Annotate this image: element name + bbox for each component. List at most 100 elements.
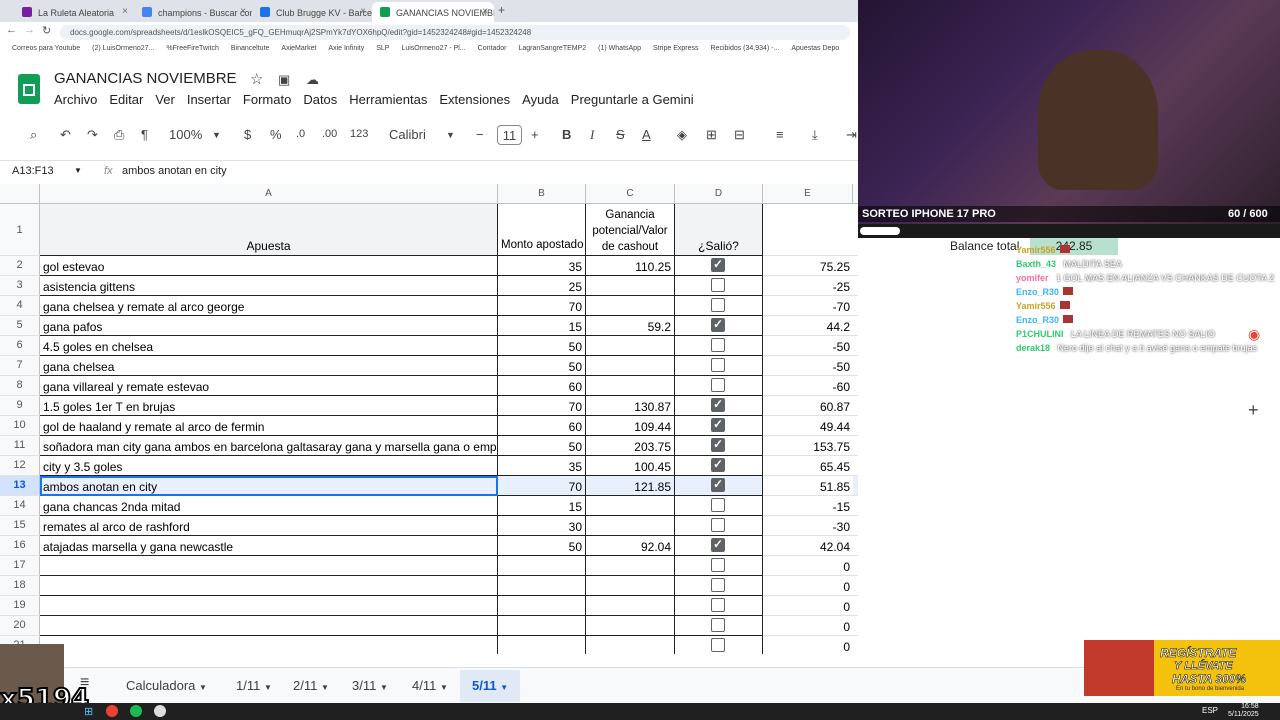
menu-extensiones[interactable]: Extensiones [439,92,510,107]
checkbox-unchecked[interactable] [711,578,725,592]
chevron-down-icon[interactable]: ▼ [264,683,272,692]
cell-a[interactable] [40,556,498,576]
cell-b[interactable]: 50 [498,436,586,456]
cell-e[interactable]: -70 [763,296,853,316]
bookmark[interactable]: Recibidos (34,934) -... [711,45,780,52]
cell-d[interactable] [675,376,763,396]
chevron-down-icon[interactable]: ▼ [500,683,508,692]
cell-c[interactable] [586,596,675,616]
cell-d[interactable] [675,336,763,356]
close-icon[interactable]: × [240,6,246,17]
cell-a[interactable]: atajadas marsella y gana newcastle [40,536,498,556]
cell-f[interactable] [853,536,858,556]
cell-c[interactable] [586,636,675,654]
chevron-down-icon[interactable]: ▼ [212,130,221,140]
cell-b[interactable]: 50 [498,536,586,556]
menu-ayuda[interactable]: Ayuda [522,92,559,107]
sheet-tab[interactable]: 3/11 ▼ [352,678,388,693]
chevron-down-icon[interactable]: ▼ [74,166,82,175]
paint-format-icon[interactable]: ¶ [141,127,148,142]
checkbox-checked[interactable] [711,257,725,272]
checkbox-unchecked[interactable] [711,378,725,392]
cell-b[interactable]: 25 [498,276,586,296]
checkbox-unchecked[interactable] [711,558,725,572]
cell-d[interactable] [675,276,763,296]
formula-input[interactable]: ambos anotan en city [122,165,227,177]
bookmark[interactable]: Axie Infinity [328,45,364,52]
cell[interactable] [763,204,858,256]
chat-username[interactable]: Baxth_43 [1016,259,1056,269]
cell-c[interactable] [586,356,675,376]
checkbox-unchecked[interactable] [711,298,725,312]
align-left-icon[interactable]: ≡ [776,127,784,142]
text-color-button[interactable]: A [642,127,651,142]
document-title[interactable]: GANANCIAS NOVIEMBRE [54,70,237,87]
row-header[interactable]: 2 [0,256,40,276]
cell-a[interactable]: gol de haaland y remate al arco de fermi… [40,416,498,436]
cell-c[interactable] [586,276,675,296]
row-header[interactable]: 18 [0,576,40,596]
chat-username[interactable]: Enzo_R30 [1016,287,1059,297]
checkbox-unchecked[interactable] [711,518,725,532]
bookmark[interactable]: LuisOrmeno27 - Pl... [401,45,465,52]
cell-f[interactable] [853,556,858,576]
row-header[interactable]: 6 [0,336,40,356]
cell-f[interactable] [853,576,858,596]
cell-d[interactable] [675,256,763,276]
cell-d[interactable] [675,636,763,654]
print-icon[interactable]: ⎙ [114,127,124,143]
cell-a[interactable]: remates al arco de rashford [40,516,498,536]
cell-c[interactable]: 203.75 [586,436,675,456]
checkbox-checked[interactable] [711,417,725,432]
zoom-select[interactable]: 100% [169,127,202,142]
cell-f[interactable] [853,496,858,516]
cell-a[interactable]: city y 3.5 goles [40,456,498,476]
header-cell-ganancia[interactable]: Ganancia potencial/Valor de cashout [586,204,675,256]
menu-archivo[interactable]: Archivo [54,92,97,107]
undo-icon[interactable]: ↶ [60,127,71,143]
column-header-e[interactable]: E [763,184,853,204]
cell-d[interactable] [675,536,763,556]
browser-tab[interactable]: champions - Buscar con Googl× [134,2,252,22]
cell-c[interactable] [586,556,675,576]
chevron-down-icon[interactable]: ▼ [446,130,455,140]
star-icon[interactable]: ☆ [250,70,263,88]
row-header[interactable]: 14 [0,496,40,516]
cell-e[interactable]: 75.25 [763,256,853,276]
cell-d[interactable] [675,496,763,516]
chat-username[interactable]: Yamir556 [1016,245,1056,255]
browser-tab-active[interactable]: GANANCIAS NOVIEMBRE - Ho× [372,2,494,22]
cell-c[interactable] [586,516,675,536]
reload-icon[interactable]: ↻ [42,24,51,37]
cell-b[interactable]: 15 [498,316,586,336]
sheet-tab[interactable]: 2/11 ▼ [293,678,329,693]
cell-b[interactable] [498,556,586,576]
checkbox-unchecked[interactable] [711,498,725,512]
menu-gemini[interactable]: Preguntarle a Gemini [571,92,694,107]
cell-f[interactable] [853,616,858,636]
cell-f[interactable] [853,296,858,316]
url-input[interactable]: docs.google.com/spreadsheets/d/1eslkOSQE… [60,25,850,40]
cell-a[interactable]: asistencia gittens [40,276,498,296]
menu-ver[interactable]: Ver [155,92,175,107]
corner-header[interactable] [0,184,40,204]
cell-b[interactable]: 15 [498,496,586,516]
cell-e[interactable]: 0 [763,556,853,576]
cell-e[interactable]: 42.04 [763,536,853,556]
cell-c[interactable] [586,296,675,316]
cell-e[interactable]: 49.44 [763,416,853,436]
chevron-down-icon[interactable]: ▼ [380,683,388,692]
row-header[interactable]: 17 [0,556,40,576]
checkbox-checked[interactable] [711,477,725,492]
chat-username[interactable]: Enzo_R30 [1016,315,1059,325]
text-wrap-icon[interactable]: ⇥ [846,127,857,143]
checkbox-checked[interactable] [711,537,725,552]
percent-format-button[interactable]: % [270,127,282,142]
chat-username[interactable]: yomifer [1016,273,1049,283]
cell-b[interactable]: 70 [498,476,586,496]
cell-f[interactable] [853,276,858,296]
menu-insertar[interactable]: Insertar [187,92,231,107]
chat-username[interactable]: derak18 [1016,343,1050,353]
column-header-c[interactable]: C [586,184,675,204]
checkbox-unchecked[interactable] [711,358,725,372]
